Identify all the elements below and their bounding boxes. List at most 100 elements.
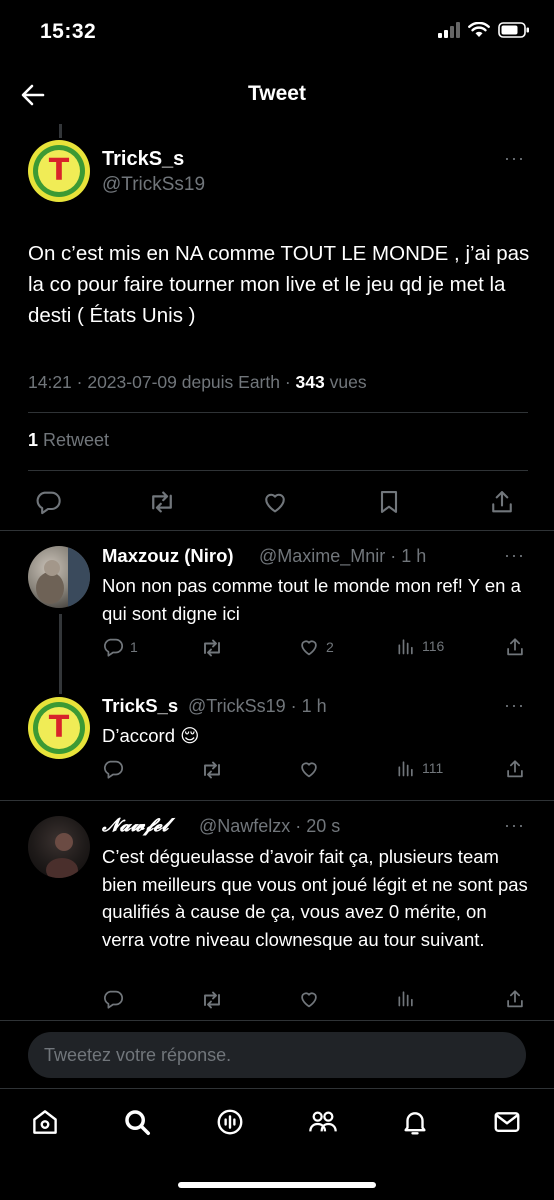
avatar-photo — [46, 833, 78, 878]
like-button[interactable] — [298, 758, 320, 780]
share-button[interactable] — [504, 636, 526, 658]
more-options-button[interactable]: ··· — [504, 815, 525, 836]
avatar[interactable] — [28, 546, 90, 608]
tweet-meta: 14:21 · 2023-07-09 depuis Earth · 343 vu… — [28, 372, 367, 393]
divider — [0, 1020, 554, 1021]
divider — [28, 412, 528, 413]
reply-actions — [100, 988, 530, 1016]
tab-search[interactable] — [120, 1105, 154, 1139]
like-icon — [301, 640, 317, 656]
retweet-icon — [204, 991, 220, 1009]
views-icon — [398, 639, 413, 655]
tweet-timestamp: 14:21 · 2023-07-09 depuis Earth · — [28, 372, 296, 392]
like-count: 2 — [326, 639, 334, 655]
reply-icon — [104, 760, 124, 779]
divider — [0, 530, 554, 531]
views-count: 111 — [422, 760, 444, 776]
share-button[interactable] — [504, 758, 526, 780]
thread-connector — [59, 124, 62, 138]
battery-icon — [498, 22, 529, 38]
views-label: vues — [324, 372, 367, 392]
tweet-actions — [30, 484, 520, 520]
wifi-icon — [468, 22, 490, 37]
retweet-icon — [151, 491, 172, 513]
reply-actions: 111 — [100, 758, 530, 786]
search-icon — [125, 1110, 150, 1135]
views-icon — [398, 991, 413, 1007]
retweet-count: 1 — [28, 430, 39, 450]
retweet-button[interactable] — [200, 988, 224, 1012]
reply-button[interactable] — [102, 758, 124, 780]
reply-button[interactable] — [102, 988, 124, 1010]
communities-icon — [309, 1111, 337, 1132]
home-indicator[interactable] — [178, 1182, 376, 1188]
like-icon — [301, 992, 317, 1008]
tweet-text: On c’est mis en NA comme TOUT LE MONDE ,… — [28, 242, 530, 327]
reply-button[interactable]: 1 — [102, 636, 138, 658]
views-count[interactable]: 343 — [296, 372, 325, 392]
notifications-icon — [404, 1112, 426, 1135]
like-button[interactable] — [298, 988, 320, 1010]
avatar-logo: T — [48, 710, 70, 745]
page-title: Tweet — [248, 82, 306, 105]
retweet-button[interactable] — [144, 484, 180, 520]
reply-author-handle[interactable]: @Maxime_Mnir · 1 h — [259, 546, 426, 567]
avatar[interactable]: T — [28, 140, 90, 202]
share-button[interactable] — [484, 484, 520, 520]
reply-actions: 1 2 116 — [100, 636, 530, 664]
signal-icon — [438, 22, 460, 38]
tab-messages[interactable] — [490, 1105, 524, 1139]
more-options-button[interactable]: ··· — [504, 695, 525, 716]
reply-count: 1 — [130, 639, 138, 655]
share-button[interactable] — [504, 988, 526, 1010]
divider — [0, 800, 554, 801]
share-icon — [507, 990, 523, 1008]
avatar-photo — [36, 546, 90, 608]
reply-text: D’accord 😌 — [102, 725, 200, 746]
thread-connector — [59, 614, 62, 694]
reply-text: C’est dégueulasse d’avoir fait ça, plusi… — [102, 846, 528, 950]
views-button[interactable]: 111 — [396, 758, 443, 778]
like-icon — [301, 762, 317, 778]
tab-communities[interactable] — [306, 1105, 340, 1139]
retweet-button[interactable] — [200, 758, 224, 782]
avatar[interactable]: T — [28, 697, 90, 759]
messages-icon — [494, 1112, 520, 1132]
views-button[interactable] — [396, 988, 416, 1008]
tab-spaces[interactable] — [213, 1105, 247, 1139]
like-button[interactable]: 2 — [298, 636, 334, 658]
author-name[interactable]: TrickS_s — [102, 148, 184, 171]
tab-notifications[interactable] — [398, 1105, 432, 1139]
reply-icon — [104, 990, 124, 1009]
retweet-stats[interactable]: 1 Retweet — [28, 430, 109, 451]
bookmark-button[interactable] — [371, 484, 407, 520]
share-icon — [507, 638, 523, 656]
more-options-button[interactable]: ··· — [504, 545, 525, 566]
reply-input[interactable]: Tweetez votre réponse. — [28, 1032, 526, 1078]
avatar[interactable] — [28, 816, 90, 878]
reply-author-name[interactable]: 𝓝𝓪𝔀𝓯𝓮𝓵 — [102, 815, 169, 836]
like-button[interactable] — [257, 484, 293, 520]
reply-author-name[interactable]: Maxzouz (Niro) — [102, 545, 234, 567]
share-icon — [492, 491, 512, 513]
reply-icon — [104, 638, 124, 657]
author-handle[interactable]: @TrickSs19 — [102, 174, 205, 196]
reply-author-handle[interactable]: @TrickSs19 · 1 h — [188, 696, 327, 717]
views-button[interactable]: 116 — [396, 636, 444, 656]
status-time: 15:32 — [40, 20, 97, 43]
like-icon — [265, 493, 285, 513]
views-icon — [398, 761, 413, 777]
avatar-logo: T — [48, 153, 70, 188]
tab-home[interactable] — [28, 1105, 62, 1139]
status-bar: 15:32 — [0, 0, 554, 64]
reply-button[interactable] — [30, 484, 66, 520]
retweet-icon — [204, 639, 220, 657]
retweet-button[interactable] — [200, 636, 224, 660]
share-icon — [507, 760, 523, 778]
reply-author-handle[interactable]: @Nawfelzx · 20 s — [199, 816, 340, 837]
more-options-button[interactable]: ··· — [504, 148, 525, 169]
reply-placeholder: Tweetez votre réponse. — [44, 1045, 232, 1065]
home-icon — [33, 1110, 57, 1134]
retweet-icon — [204, 761, 220, 779]
reply-author-name[interactable]: TrickS_s — [102, 695, 178, 717]
